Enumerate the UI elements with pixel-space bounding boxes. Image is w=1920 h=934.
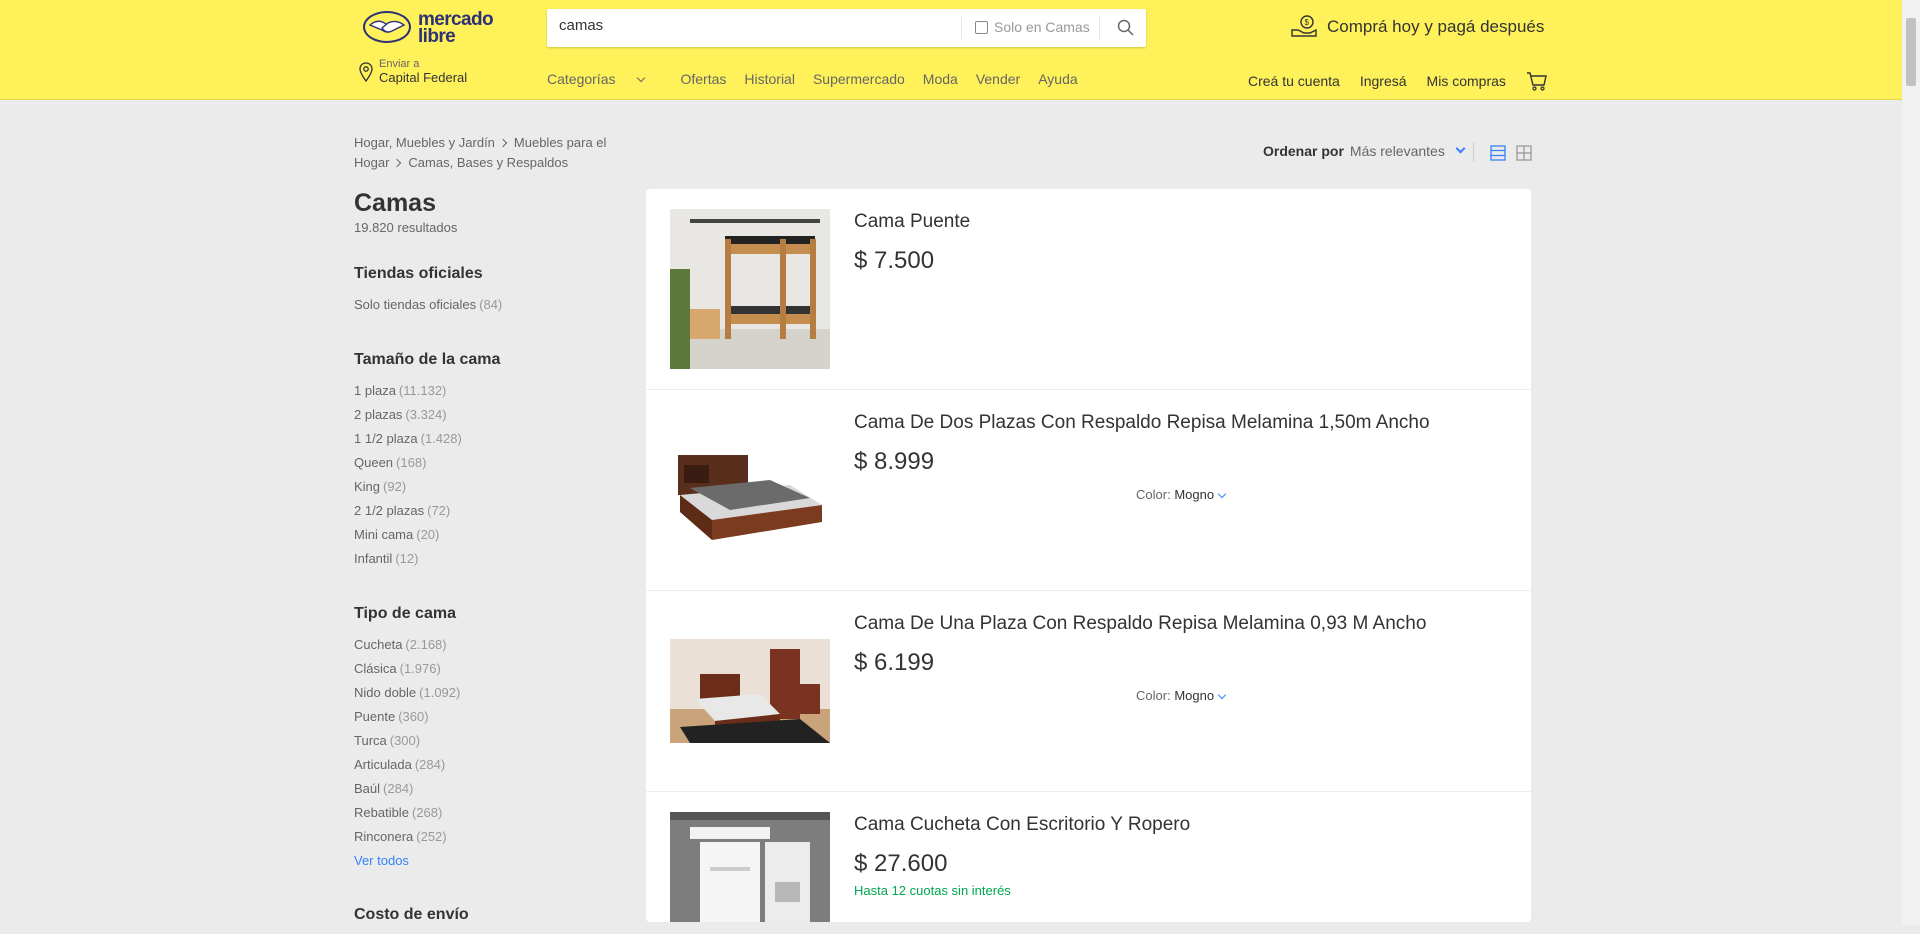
- chevron-down-icon: [637, 73, 646, 83]
- nav-ayuda[interactable]: Ayuda: [1038, 71, 1077, 87]
- filter-item[interactable]: Puente (360): [354, 705, 624, 729]
- delivery-location[interactable]: Enviar a Capital Federal: [359, 58, 467, 86]
- search-box: Solo en Camas: [547, 9, 1146, 47]
- list-item[interactable]: Cama Puente $ 7.500: [646, 189, 1531, 390]
- product-title[interactable]: Cama De Una Plaza Con Respaldo Repisa Me…: [854, 613, 1426, 635]
- filter-item[interactable]: Articulada (284): [354, 753, 624, 777]
- nav-supermercado[interactable]: Supermercado: [813, 71, 905, 87]
- svg-text:$: $: [1305, 18, 1310, 27]
- my-purchases-link[interactable]: Mis compras: [1427, 73, 1506, 89]
- product-price: $ 27.600: [854, 850, 948, 877]
- filter-item[interactable]: Mini cama (20): [354, 523, 624, 547]
- product-title[interactable]: Cama De Dos Plazas Con Respaldo Repisa M…: [854, 412, 1430, 434]
- nav-ofertas[interactable]: Ofertas: [680, 71, 726, 87]
- filter-item[interactable]: 2 1/2 plazas (72): [354, 499, 624, 523]
- filter-item[interactable]: Cucheta (2.168): [354, 633, 624, 657]
- sort-value[interactable]: Más relevantes: [1350, 143, 1445, 159]
- chevron-down-icon: [1217, 489, 1227, 499]
- page-title: Camas: [354, 189, 436, 217]
- search-button[interactable]: [1109, 17, 1137, 39]
- hand-coin-icon: $: [1291, 15, 1317, 37]
- product-title[interactable]: Cama Puente: [854, 211, 970, 233]
- product-price: $ 6.199: [854, 649, 935, 676]
- breadcrumb-item[interactable]: Hogar, Muebles y Jardín: [354, 135, 495, 150]
- filter-item[interactable]: 1 1/2 plaza (1.428): [354, 427, 624, 451]
- ver-todos-link[interactable]: Ver todos: [354, 853, 624, 868]
- login-link[interactable]: Ingresá: [1360, 73, 1407, 89]
- filter-item[interactable]: Queen (168): [354, 451, 624, 475]
- filter-group-tiendas: Tiendas oficiales Solo tiendas oficiales…: [354, 265, 624, 317]
- nav-historial[interactable]: Historial: [744, 71, 795, 87]
- list-item[interactable]: Cama Cucheta Con Escritorio Y Ropero $ 2…: [646, 792, 1531, 922]
- list-view-icon[interactable]: [1490, 145, 1506, 161]
- checkbox[interactable]: [975, 20, 988, 34]
- user-links: Creá tu cuenta Ingresá Mis compras: [1248, 71, 1548, 91]
- handshake-logo-icon: [363, 11, 411, 43]
- nav-categorias[interactable]: Categorías: [547, 71, 662, 87]
- color-variation[interactable]: Color: Mogno: [1136, 688, 1227, 703]
- grid-view-icon[interactable]: [1516, 145, 1532, 161]
- product-price: $ 7.500: [854, 247, 935, 274]
- location-pin-icon: [359, 62, 373, 82]
- chevron-down-icon: [1455, 143, 1466, 153]
- breadcrumb-item[interactable]: Camas, Bases y Respaldos: [408, 155, 568, 170]
- filter-item[interactable]: 2 plazas (3.324): [354, 403, 624, 427]
- promo-banner[interactable]: $ Comprá hoy y pagá después: [1290, 14, 1544, 40]
- product-image[interactable]: [670, 611, 830, 771]
- filter-item[interactable]: Infantil (12): [354, 547, 624, 571]
- filter-item[interactable]: Solo tiendas oficiales (84): [354, 293, 624, 317]
- filter-item[interactable]: Nido doble (1.092): [354, 681, 624, 705]
- filter-group-tipo: Tipo de cama Cucheta (2.168) Clásica (1.97…: [354, 605, 624, 868]
- product-image[interactable]: [670, 410, 830, 570]
- search-input[interactable]: [559, 17, 959, 34]
- filter-item[interactable]: Turca (300): [354, 729, 624, 753]
- header: mercado libre Solo en Camas $ Comprá hoy…: [0, 0, 1902, 100]
- filter-item[interactable]: King (92): [354, 475, 624, 499]
- list-item[interactable]: Cama De Dos Plazas Con Respaldo Repisa M…: [646, 390, 1531, 591]
- filter-group-tamano: Tamaño de la cama 1 plaza (11.132) 2 plaz…: [354, 351, 624, 571]
- results-list: Cama Puente $ 7.500 Cama De Dos Plazas C…: [646, 189, 1531, 922]
- results-count: 19.820 resultados: [354, 220, 458, 235]
- filter-item[interactable]: Baúl (284): [354, 777, 624, 801]
- filter-item[interactable]: Clásica (1.976): [354, 657, 624, 681]
- logo-wordmark: mercado libre: [418, 9, 494, 47]
- product-image[interactable]: [670, 209, 830, 369]
- scrollbar-thumb[interactable]: [1906, 18, 1916, 86]
- create-account-link[interactable]: Creá tu cuenta: [1248, 73, 1340, 89]
- color-variation[interactable]: Color: Mogno: [1136, 487, 1227, 502]
- filter-group-envio: Costo de envío: [354, 906, 469, 923]
- chevron-down-icon: [1217, 690, 1227, 700]
- page-scrollbar[interactable]: [1902, 0, 1920, 925]
- cart-icon[interactable]: [1526, 71, 1548, 91]
- filter-item[interactable]: 1 plaza (11.132): [354, 379, 624, 403]
- solo-category-checkbox[interactable]: Solo en Camas: [975, 19, 1090, 35]
- search-icon: [1117, 19, 1134, 36]
- chevron-right-icon: [393, 158, 402, 168]
- nav-moda[interactable]: Moda: [923, 71, 958, 87]
- filter-item[interactable]: Rebatible (268): [354, 801, 624, 825]
- main-nav: Categorías Ofertas Historial Supermercad…: [547, 71, 1096, 87]
- sort-control[interactable]: Ordenar por Más relevantes: [1263, 143, 1466, 159]
- filter-item[interactable]: Rinconera (252): [354, 825, 624, 849]
- chevron-right-icon: [498, 138, 508, 148]
- breadcrumb: Hogar, Muebles y Jardín Muebles para el H…: [354, 133, 634, 173]
- product-image[interactable]: [670, 812, 830, 922]
- product-price: $ 8.999: [854, 448, 935, 475]
- list-item[interactable]: Cama De Una Plaza Con Respaldo Repisa Me…: [646, 591, 1531, 792]
- mercadolibre-logo[interactable]: mercado libre: [362, 8, 502, 48]
- installments-badge: Hasta 12 cuotas sin interés: [854, 883, 1011, 898]
- nav-vender[interactable]: Vender: [976, 71, 1020, 87]
- filters-sidebar: Camas 19.820 resultados Tiendas oficiale…: [354, 188, 624, 934]
- product-title[interactable]: Cama Cucheta Con Escritorio Y Ropero: [854, 814, 1190, 836]
